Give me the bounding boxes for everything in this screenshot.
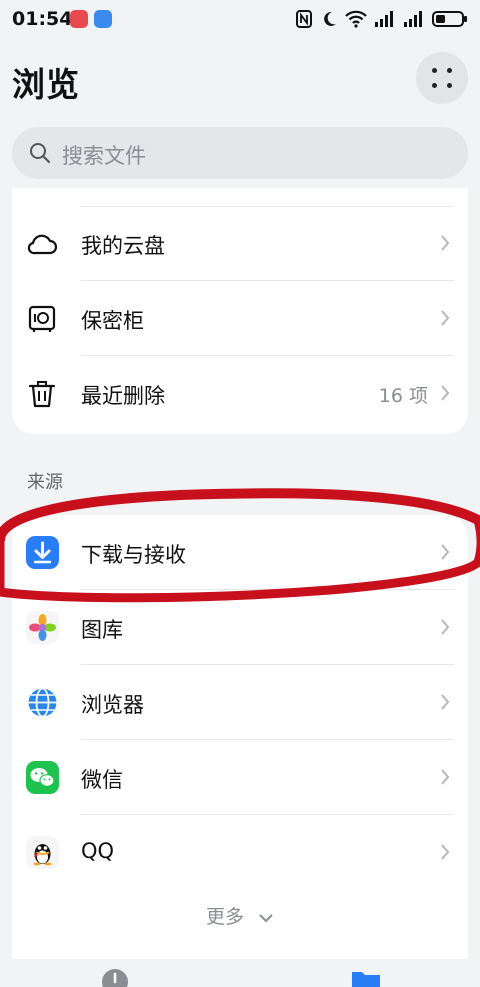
source-item-qq[interactable]: QQ [12, 815, 468, 889]
wechat-icon [26, 761, 59, 794]
notification-message-icon [94, 10, 112, 28]
chevron-right-icon [441, 235, 450, 251]
source-label: 微信 [81, 768, 123, 792]
locations-card: 我的云盘 保密柜 最近删除 16 项 [12, 188, 468, 434]
moon-icon [324, 11, 336, 26]
chevron-right-icon [441, 310, 450, 326]
location-item-recently-deleted[interactable]: 最近删除 16 项 [12, 356, 468, 430]
chevron-right-icon [441, 769, 450, 785]
chevron-right-icon [441, 619, 450, 635]
section-title-sources: 来源 [27, 472, 63, 493]
show-more-button[interactable]: 更多 [12, 902, 468, 929]
source-label: 浏览器 [81, 693, 144, 717]
signal-icon [375, 11, 393, 27]
search-placeholder: 搜索文件 [62, 144, 146, 168]
folder-icon[interactable] [351, 968, 381, 987]
status-icons [295, 8, 468, 30]
status-bar: 01:54 [0, 0, 480, 40]
source-label: 图库 [81, 618, 123, 642]
chevron-right-icon [441, 844, 450, 860]
wifi-icon [345, 10, 367, 28]
source-item-gallery[interactable]: 图库 [12, 590, 468, 664]
chevron-right-icon [441, 385, 450, 401]
location-label: 我的云盘 [81, 234, 165, 258]
browser-icon [28, 687, 57, 718]
gallery-icon [26, 611, 59, 644]
show-more-label: 更多 [205, 906, 244, 928]
source-item-wechat[interactable]: 微信 [12, 740, 468, 814]
battery-icon [432, 11, 467, 27]
download-icon [26, 536, 59, 569]
notification-app-icon [70, 10, 88, 28]
trash-icon [28, 381, 56, 408]
more-options-button[interactable] [416, 52, 468, 104]
chevron-right-icon [441, 694, 450, 710]
location-item-safe[interactable]: 保密柜 [12, 281, 468, 355]
nfc-icon [296, 10, 312, 28]
clock-icon[interactable] [101, 968, 129, 987]
source-label: QQ [81, 839, 115, 863]
chevron-down-icon [259, 913, 273, 922]
signal-icon [404, 11, 422, 27]
page-title: 浏览 [12, 65, 80, 104]
cloud-icon [27, 234, 58, 255]
safe-icon [28, 305, 56, 332]
qq-icon [26, 836, 59, 869]
sources-card: 下载与接收 图库 浏览器 微信 QQ [12, 515, 468, 959]
location-label: 保密柜 [81, 309, 144, 333]
source-label: 下载与接收 [81, 543, 186, 567]
location-label: 最近删除 [81, 384, 165, 408]
source-item-browser[interactable]: 浏览器 [12, 665, 468, 739]
status-time: 01:54 [12, 8, 73, 30]
chevron-right-icon [441, 544, 450, 560]
source-item-downloads[interactable]: 下载与接收 [12, 515, 468, 589]
item-count: 16 项 [378, 385, 428, 407]
search-icon [30, 143, 51, 164]
location-item-cloud[interactable]: 我的云盘 [12, 206, 468, 280]
search-input[interactable]: 搜索文件 [12, 127, 468, 179]
